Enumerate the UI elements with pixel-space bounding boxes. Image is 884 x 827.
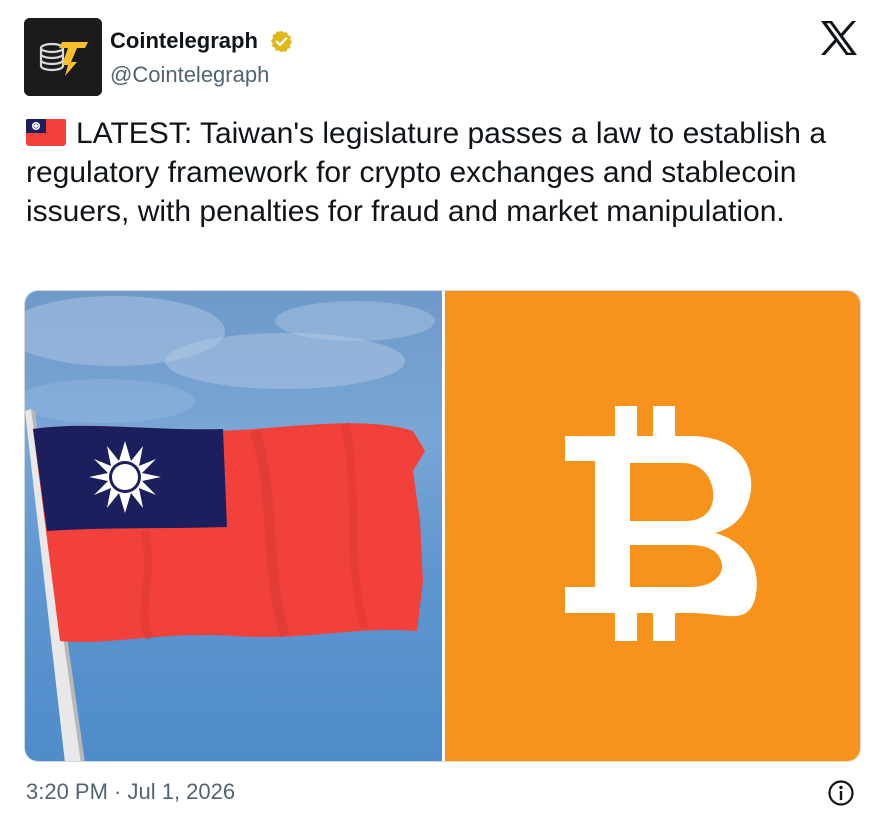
taiwan-flag-icon (26, 118, 66, 146)
bitcoin-image[interactable] (445, 291, 860, 761)
tweet-text: LATEST: Taiwan's legislature passes a la… (26, 114, 866, 231)
tweet-card: Cointelegraph @Cointelegraph LATEST: Tai… (0, 0, 884, 827)
info-icon[interactable] (827, 779, 855, 807)
x-logo-icon[interactable] (819, 20, 859, 56)
media-grid[interactable] (24, 290, 861, 762)
taiwan-flag-image-icon (25, 296, 435, 761)
cointelegraph-logo-icon (24, 18, 102, 96)
avatar[interactable] (24, 18, 102, 96)
taiwan-flag-photo[interactable] (25, 291, 442, 761)
bitcoin-logo-icon (565, 406, 757, 641)
author-name[interactable]: Cointelegraph (110, 28, 258, 54)
tweet-body: LATEST: Taiwan's legislature passes a la… (26, 117, 826, 228)
author-handle[interactable]: @Cointelegraph (110, 62, 269, 88)
verified-badge-icon (270, 30, 293, 53)
timestamp[interactable]: 3:20 PM · Jul 1, 2026 (26, 778, 235, 806)
